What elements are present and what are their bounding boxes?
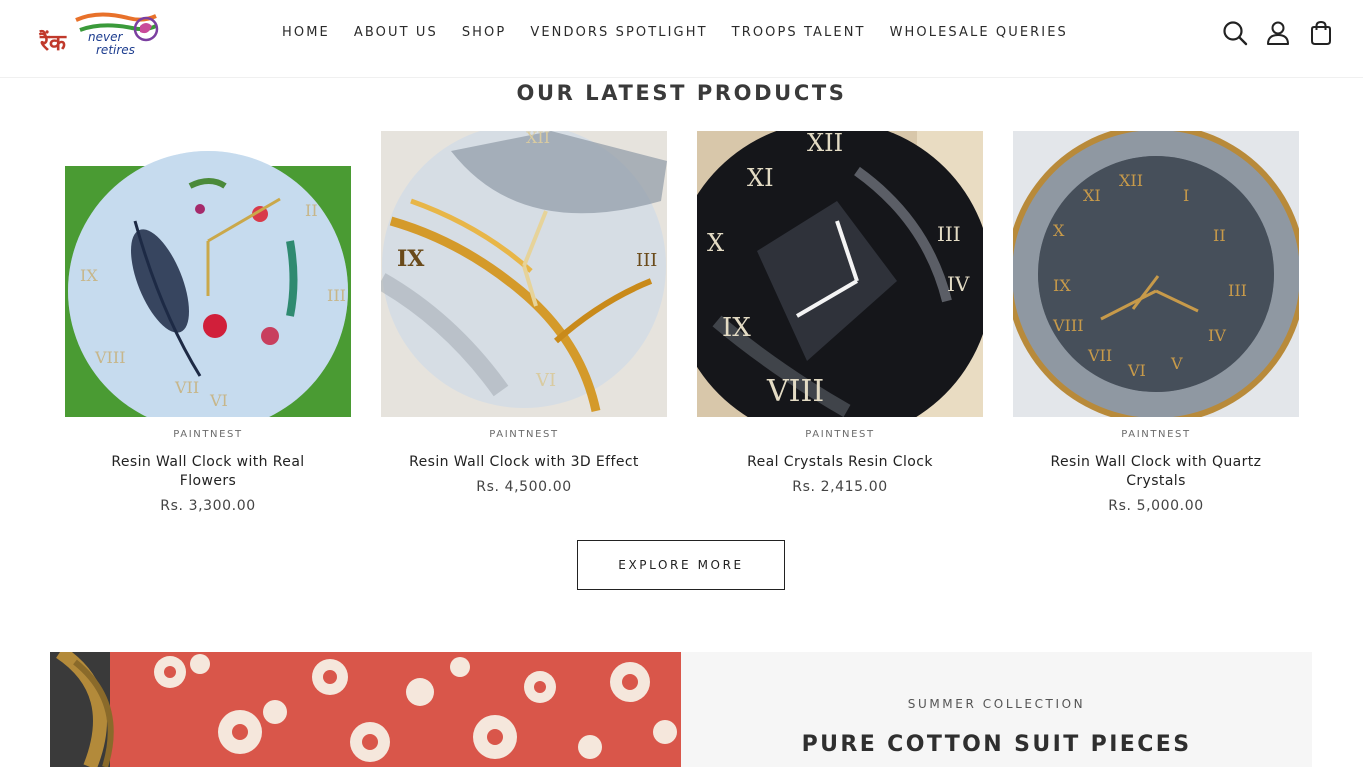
nav-home[interactable]: HOME [282, 24, 330, 42]
product-image-quartz-clock[interactable]: XII XI I II III IV V VI VII VIII IX X [1006, 124, 1306, 424]
svg-text:X: X [707, 229, 724, 257]
product-image-3d-clock[interactable]: IX III VI XII [376, 124, 667, 417]
svg-text:XII: XII [807, 131, 843, 157]
svg-text:VII: VII [1087, 346, 1112, 365]
search-icon[interactable] [1221, 19, 1249, 47]
product-title[interactable]: Resin Wall Clock with Real Flowers [65, 453, 351, 491]
nav-vendors-spotlight[interactable]: VENDORS SPOTLIGHT [530, 24, 707, 42]
product-image-crystals-clock[interactable]: XII XI X IX VIII III IV [672, 121, 992, 441]
header-actions [1206, 19, 1335, 47]
product-vendor[interactable]: PAINTNEST [1013, 429, 1299, 440]
svg-text:रैंक: रैंक [39, 29, 67, 56]
svg-text:V: V [1170, 354, 1183, 373]
cart-icon[interactable] [1307, 19, 1335, 47]
site-header: रैंक never retires HOME ABOUT US SHOP VE… [0, 0, 1363, 78]
svg-text:IX: IX [397, 246, 425, 272]
product-card[interactable]: XII XI X IX VIII III IV PAINTNEST Real C… [672, 121, 992, 495]
product-vendor[interactable]: PAINTNEST [381, 429, 667, 440]
product-image-flowers-clock[interactable]: III VII VI VIII IX II [65, 131, 351, 431]
svg-text:XII: XII [526, 131, 550, 147]
banner-image-cotton-suits[interactable] [50, 652, 681, 767]
product-title[interactable]: Resin Wall Clock with 3D Effect [381, 453, 667, 472]
svg-text:XII: XII [1119, 171, 1143, 190]
svg-text:II: II [305, 201, 318, 220]
svg-text:IX: IX [722, 313, 751, 343]
svg-text:VII: VII [174, 378, 199, 397]
nav-wholesale-queries[interactable]: WHOLESALE QUERIES [890, 24, 1068, 42]
svg-text:retires: retires [96, 43, 135, 57]
banner-title: PURE COTTON SUIT PIECES [801, 732, 1192, 757]
svg-text:IV: IV [1208, 326, 1226, 345]
svg-text:X: X [1053, 221, 1065, 240]
logo-graphic: रैंक never retires [39, 12, 159, 57]
nav-troops-talent[interactable]: TROOPS TALENT [732, 24, 866, 42]
svg-text:IX: IX [80, 266, 98, 285]
explore-more-button[interactable]: EXPLORE MORE [577, 540, 785, 590]
svg-text:VI: VI [535, 370, 556, 391]
svg-text:III: III [327, 286, 346, 305]
svg-text:XI: XI [747, 164, 774, 192]
nav-about-us[interactable]: ABOUT US [354, 24, 438, 42]
svg-text:III: III [1228, 281, 1247, 300]
banner-subtitle: SUMMER COLLECTION [907, 697, 1086, 711]
site-logo[interactable]: रैंक never retires [38, 8, 162, 62]
product-vendor[interactable]: PAINTNEST [65, 429, 351, 440]
svg-text:IX: IX [1053, 276, 1071, 295]
svg-text:IV: IV [947, 272, 970, 296]
section-title: OUR LATEST PRODUCTS [516, 81, 847, 105]
account-icon[interactable] [1264, 19, 1292, 47]
svg-text:I: I [1183, 186, 1189, 205]
product-price: Rs. 2,415.00 [792, 479, 888, 495]
product-vendor[interactable]: PAINTNEST [697, 429, 983, 440]
nav-shop[interactable]: SHOP [462, 24, 507, 42]
product-card[interactable]: XII XI I II III IV V VI VII VIII IX X PA… [1006, 124, 1306, 514]
banner-text-panel: SUMMER COLLECTION PURE COTTON SUIT PIECE… [681, 652, 1312, 767]
product-card[interactable]: IX III VI XII PAINTNEST Resin Wall Clock… [376, 124, 667, 495]
product-price: Rs. 4,500.00 [476, 479, 572, 495]
svg-text:II: II [1213, 226, 1226, 245]
product-price: Rs. 3,300.00 [160, 498, 256, 514]
main-nav: HOME ABOUT US SHOP VENDORS SPOTLIGHT TRO… [270, 24, 1080, 42]
svg-text:VI: VI [1127, 361, 1146, 380]
svg-text:XI: XI [1083, 186, 1101, 205]
svg-text:VIII: VIII [766, 374, 824, 409]
product-price: Rs. 5,000.00 [1108, 498, 1204, 514]
svg-text:III: III [636, 250, 657, 271]
product-title[interactable]: Resin Wall Clock with Quartz Crystals [1013, 453, 1299, 491]
product-card[interactable]: III VII VI VIII IX II PAINTNEST Resin Wa… [65, 131, 351, 514]
svg-text:VIII: VIII [94, 348, 126, 367]
svg-text:VI: VI [209, 391, 228, 410]
product-title[interactable]: Real Crystals Resin Clock [697, 453, 983, 472]
svg-text:VIII: VIII [1052, 316, 1084, 335]
svg-text:never: never [88, 30, 123, 44]
svg-text:III: III [937, 222, 961, 246]
